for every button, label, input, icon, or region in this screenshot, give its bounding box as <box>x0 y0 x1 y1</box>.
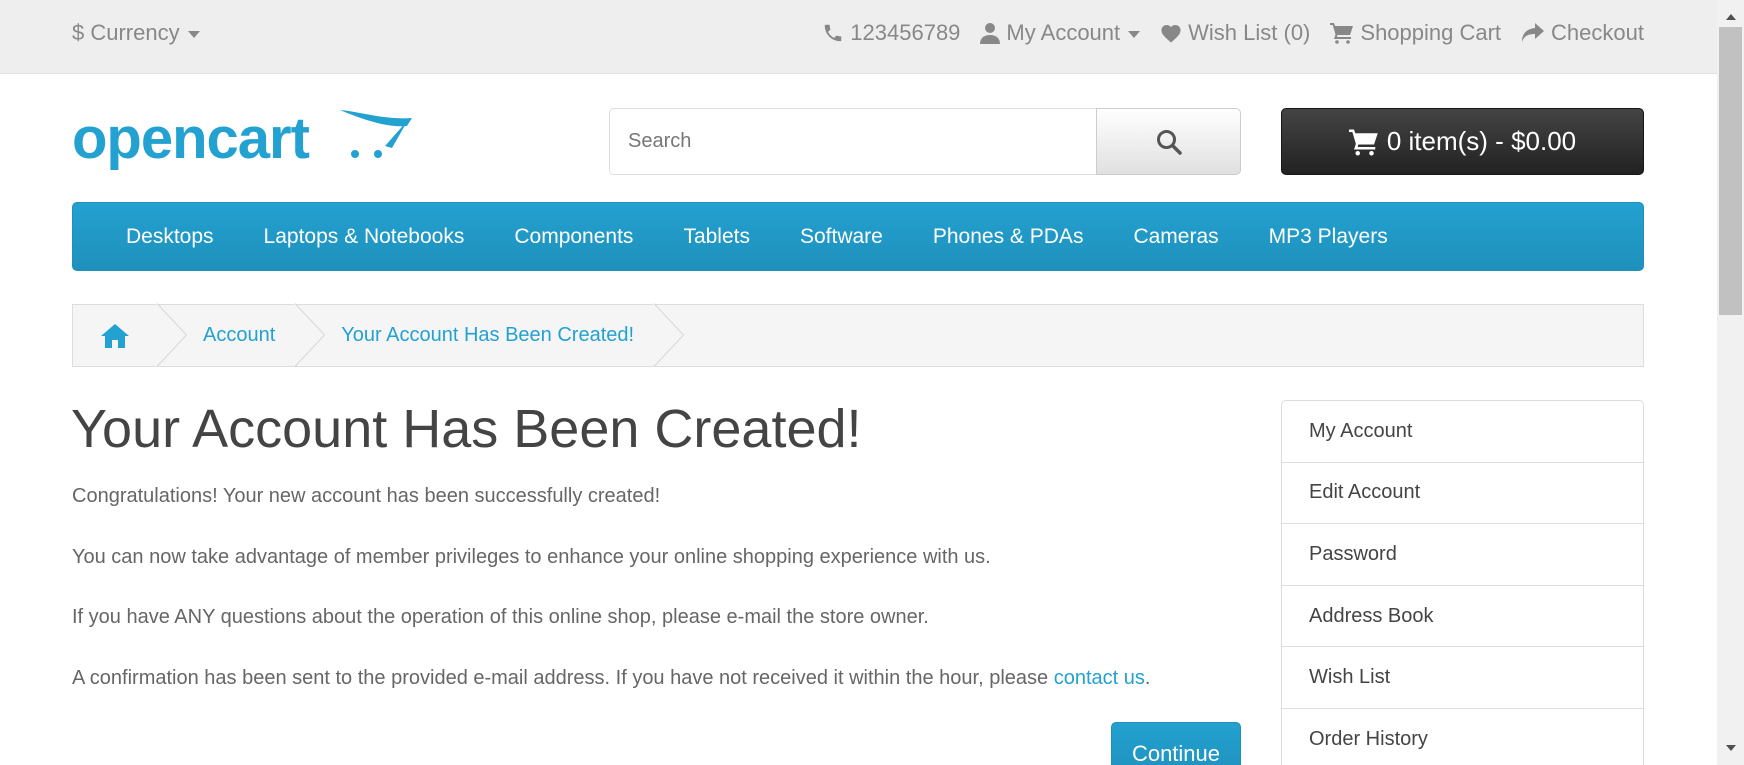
cart-icon <box>1348 129 1378 155</box>
breadcrumb: Account Your Account Has Been Created! <box>72 303 1644 367</box>
page-title: Your Account Has Been Created! <box>71 399 862 459</box>
breadcrumb-separator <box>156 303 187 367</box>
logo-text: opencart <box>72 106 310 171</box>
user-icon <box>980 23 1001 44</box>
shopping-cart-label: Shopping Cart <box>1360 20 1502 45</box>
sidebar-item-my-account[interactable]: My Account <box>1282 401 1643 463</box>
my-account-dropdown[interactable]: My Account <box>980 20 1141 46</box>
confirmation-period: . <box>1144 667 1151 689</box>
privileges-message: You can now take advantage of member pri… <box>72 546 991 568</box>
search-input[interactable] <box>609 108 1096 175</box>
scroll-up-arrow-icon[interactable] <box>1726 14 1736 20</box>
menu-item-cameras[interactable]: Cameras <box>1133 225 1218 249</box>
account-sidebar: My Account Edit Account Password Address… <box>1281 400 1644 765</box>
menu-item-components[interactable]: Components <box>514 225 633 249</box>
menu-item-software[interactable]: Software <box>800 225 883 249</box>
phone-link[interactable]: 123456789 <box>822 20 960 46</box>
confirmation-message: A confirmation has been sent to the prov… <box>72 667 1150 690</box>
caret-down-icon <box>187 30 200 38</box>
vertical-scrollbar[interactable] <box>1717 0 1744 765</box>
cart-button[interactable]: 0 item(s) - $0.00 <box>1281 108 1644 175</box>
checkout-label: Checkout <box>1551 20 1644 45</box>
share-icon <box>1522 23 1545 42</box>
sidebar-item-order-history[interactable]: Order History <box>1282 709 1643 765</box>
breadcrumb-current[interactable]: Your Account Has Been Created! <box>325 304 654 367</box>
sidebar-item-edit-account[interactable]: Edit Account <box>1282 463 1643 525</box>
wish-list-link[interactable]: Wish List (0) <box>1160 20 1310 46</box>
search-icon <box>1156 129 1182 155</box>
menu-item-phones-pdas[interactable]: Phones & PDAs <box>933 225 1084 249</box>
home-icon <box>101 323 129 348</box>
sidebar-item-wish-list[interactable]: Wish List <box>1282 647 1643 709</box>
cart-icon <box>1330 23 1354 44</box>
currency-dropdown[interactable]: $ Currency <box>72 20 200 46</box>
search-button[interactable] <box>1096 108 1241 175</box>
scroll-down-arrow-icon[interactable] <box>1726 745 1736 751</box>
sidebar-item-address-book[interactable]: Address Book <box>1282 586 1643 648</box>
breadcrumb-account[interactable]: Account <box>187 304 295 367</box>
category-menu: Desktops Laptops & Notebooks Components … <box>72 202 1644 271</box>
breadcrumb-separator <box>653 303 685 367</box>
logo-graphic: opencart <box>72 106 412 171</box>
opencart-logo[interactable]: opencart <box>72 106 412 176</box>
contact-us-link[interactable]: contact us <box>1054 667 1145 689</box>
breadcrumb-separator <box>294 303 326 367</box>
sidebar-item-password[interactable]: Password <box>1282 524 1643 586</box>
menu-item-mp3-players[interactable]: MP3 Players <box>1269 225 1388 249</box>
success-message: Congratulations! Your new account has be… <box>72 485 661 507</box>
wish-list-label: Wish List (0) <box>1188 20 1311 45</box>
continue-button[interactable]: Continue <box>1111 722 1241 765</box>
shopping-cart-link[interactable]: Shopping Cart <box>1330 20 1501 46</box>
top-bar: $ Currency 123456789 My Account Wish Lis… <box>0 0 1717 74</box>
heart-icon <box>1161 25 1181 43</box>
currency-label: $ Currency <box>72 20 180 45</box>
breadcrumb-home[interactable] <box>73 304 157 367</box>
confirmation-text: A confirmation has been sent to the prov… <box>72 667 1054 689</box>
search-bar <box>609 108 1241 175</box>
questions-message: If you have ANY questions about the oper… <box>72 606 929 628</box>
phone-icon <box>825 24 842 42</box>
scrollbar-thumb[interactable] <box>1719 27 1742 315</box>
my-account-label: My Account <box>1006 20 1121 45</box>
phone-number: 123456789 <box>850 20 961 45</box>
checkout-link[interactable]: Checkout <box>1521 20 1644 46</box>
top-links: 123456789 My Account Wish List (0) Shopp… <box>822 20 1644 46</box>
cart-summary: 0 item(s) - $0.00 <box>1386 126 1577 156</box>
menu-item-laptops-notebooks[interactable]: Laptops & Notebooks <box>264 225 465 249</box>
menu-item-tablets[interactable]: Tablets <box>683 225 750 249</box>
caret-down-icon <box>1128 30 1141 38</box>
menu-item-desktops[interactable]: Desktops <box>126 225 214 249</box>
